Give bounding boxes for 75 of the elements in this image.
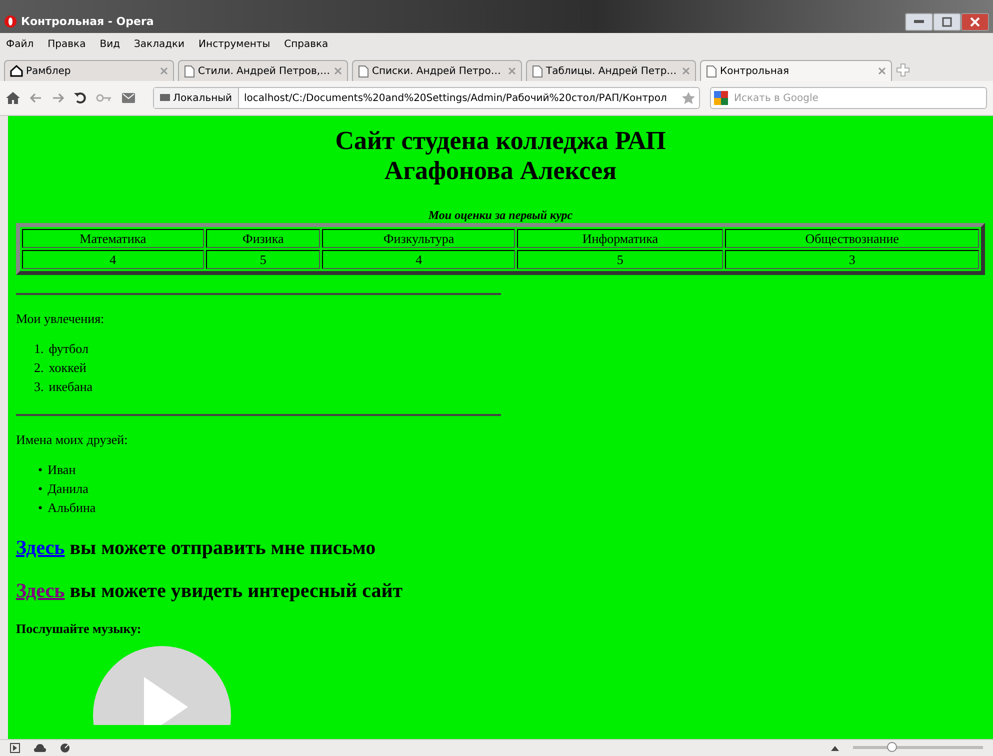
minimize-button[interactable] xyxy=(905,12,933,30)
page-icon xyxy=(706,64,717,78)
maximize-button[interactable] xyxy=(933,12,961,30)
section-label: Мои увлечения: xyxy=(16,311,106,327)
table-cell: 5 xyxy=(517,250,724,269)
table-cell: 4 xyxy=(322,250,516,269)
table-header: Физика xyxy=(206,229,320,248)
link[interactable]: Здесь xyxy=(16,537,65,559)
table-header: Математика xyxy=(22,229,204,248)
menu-item[interactable]: Инструменты xyxy=(198,38,270,50)
list-bullet: • xyxy=(38,480,43,498)
page-icon xyxy=(358,64,369,78)
menu-item[interactable]: Закладки xyxy=(134,38,185,50)
close-icon[interactable] xyxy=(878,67,886,75)
mail-icon[interactable] xyxy=(122,93,135,103)
table-header: Физкультура xyxy=(322,229,516,248)
list-item: Данила xyxy=(48,480,88,498)
up-arrow-icon[interactable] xyxy=(831,746,839,750)
page-heading: Сайт студена колледжа РАП Агафонова Алексея xyxy=(334,126,667,186)
page-icon xyxy=(184,64,195,78)
close-icon[interactable] xyxy=(682,67,690,75)
list-item: Иван xyxy=(48,461,76,479)
forward-icon[interactable] xyxy=(52,93,64,103)
link-sentence: Здесь вы можете увидеть интересный сайт xyxy=(16,580,404,603)
browser-tab[interactable]: Таблицы. Андрей Петр… xyxy=(526,60,696,81)
list-item: икебана xyxy=(48,378,93,396)
new-tab-icon[interactable] xyxy=(896,63,910,77)
section-label: Имена моих друзей: xyxy=(16,432,129,448)
maximize-icon xyxy=(942,16,952,26)
close-icon[interactable] xyxy=(160,67,168,75)
close-icon xyxy=(970,16,980,26)
back-icon[interactable] xyxy=(30,93,42,103)
page-icon xyxy=(532,64,543,78)
browser-tab[interactable]: Списки. Андрей Петро… xyxy=(352,60,522,81)
list-number: 3. xyxy=(34,378,44,396)
list-item: Альбина xyxy=(48,499,96,517)
panel-icon[interactable] xyxy=(10,743,20,753)
reload-icon[interactable] xyxy=(74,92,86,104)
table-cell: 4 xyxy=(22,250,204,269)
bookmark-icon[interactable] xyxy=(682,92,695,104)
link-sentence: Здесь вы можете отправить мне письмо xyxy=(16,537,377,560)
table-caption: Мои оценки за первый курс xyxy=(427,208,574,223)
security-badge: Локальный xyxy=(154,88,240,108)
close-icon[interactable] xyxy=(508,67,516,75)
list-number: 1. xyxy=(34,340,44,358)
key-icon[interactable] xyxy=(96,94,112,102)
menu-item[interactable]: Файл xyxy=(6,38,34,50)
close-button[interactable] xyxy=(961,12,989,30)
link[interactable]: Здесь xyxy=(16,580,65,602)
menu-item[interactable]: Вид xyxy=(100,38,120,50)
menu-item[interactable]: Правка xyxy=(48,38,86,50)
menu-item[interactable]: Справка xyxy=(284,38,328,50)
list-bullet: • xyxy=(38,499,43,517)
speed-dial-icon[interactable] xyxy=(60,743,70,753)
browser-tab[interactable]: Рамблер xyxy=(4,60,174,81)
browser-tab[interactable]: Стили. Андрей Петров,… xyxy=(178,60,348,81)
cloud-icon[interactable] xyxy=(34,744,46,752)
close-icon[interactable] xyxy=(334,67,342,75)
home-icon[interactable] xyxy=(6,92,20,104)
table-cell: 5 xyxy=(206,250,320,269)
minimize-icon xyxy=(914,20,924,23)
play-button-icon[interactable] xyxy=(92,645,232,725)
window-title: Контрольная - Opera xyxy=(21,15,154,28)
browser-tab[interactable]: Контрольная xyxy=(700,60,892,81)
home-icon xyxy=(10,65,23,77)
table-header: Обществознание xyxy=(725,229,979,248)
table-cell: 3 xyxy=(725,250,979,269)
list-bullet: • xyxy=(38,461,43,479)
address-field[interactable]: Локальный localhost/C:/Documents%20and%20Settings/Admin/Рабочий%20стол/РАП/Контрол xyxy=(153,87,700,109)
list-item: хоккей xyxy=(48,359,86,377)
list-item: футбол xyxy=(48,340,88,358)
search-box[interactable]: Искать в Google xyxy=(710,87,987,109)
section-label: Послушайте музыку: xyxy=(16,621,142,637)
list-number: 2. xyxy=(34,359,44,377)
table-header: Информатика xyxy=(517,229,724,248)
